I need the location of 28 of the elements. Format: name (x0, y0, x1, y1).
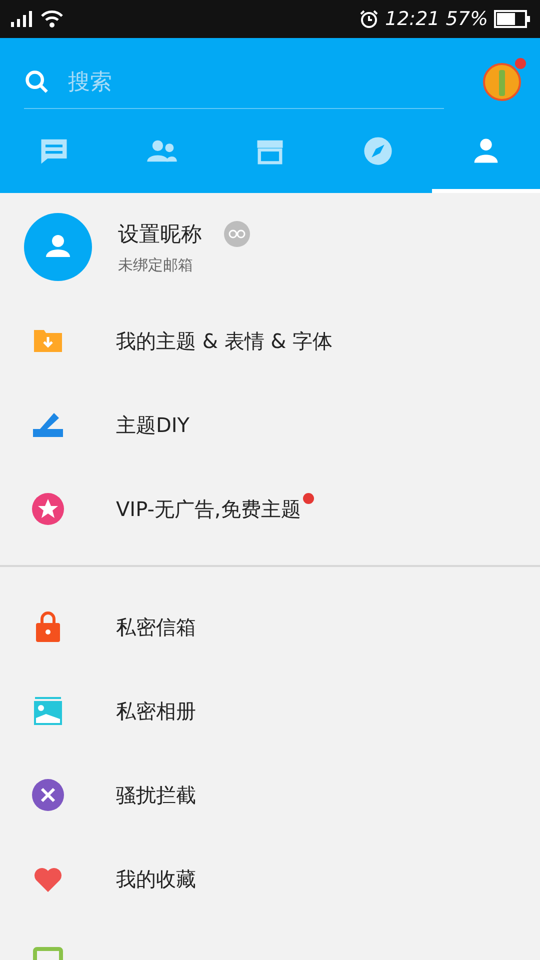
user-avatar[interactable] (24, 213, 92, 281)
menu-item[interactable]: 我的主题 & 表情 & 字体 (0, 299, 540, 383)
menu-item[interactable]: 私密相册 (0, 669, 540, 753)
search-field[interactable]: 搜索 (66, 68, 444, 96)
menu-item[interactable]: VIP-无广告,免费主题 (0, 467, 540, 551)
photo-icon (32, 695, 64, 727)
menu-label: VIP-无广告,免费主题 (116, 496, 301, 522)
menu-label: 私密相册 (116, 698, 196, 724)
menu-item[interactable]: 私密信箱 (0, 585, 540, 669)
battery-percent: 57% (446, 8, 488, 30)
alarm-icon (359, 9, 379, 29)
menu-label: 私密信箱 (116, 614, 196, 640)
menu-label: 骚扰拦截 (116, 782, 196, 808)
nickname-label[interactable]: 设置昵称 (118, 220, 202, 248)
wifi-icon (40, 10, 64, 28)
battery-icon (494, 10, 530, 28)
menu-label: 我的主题 & 表情 & 字体 (116, 328, 333, 354)
menu-item[interactable]: 骚扰拦截 (0, 753, 540, 837)
clock-time: 12:21 (385, 8, 440, 30)
menu-item[interactable]: 主题DIY (0, 383, 540, 467)
block-icon (32, 779, 64, 811)
search-icon (24, 68, 50, 94)
email-status: 未绑定邮箱 (118, 256, 194, 274)
signal-icon (10, 11, 34, 27)
menu-label: 主题DIY (116, 412, 190, 438)
menu-label: 我的收藏 (116, 866, 196, 892)
chat-bubble-icon (224, 220, 250, 246)
menu-item[interactable]: 我的收藏 (0, 837, 540, 921)
